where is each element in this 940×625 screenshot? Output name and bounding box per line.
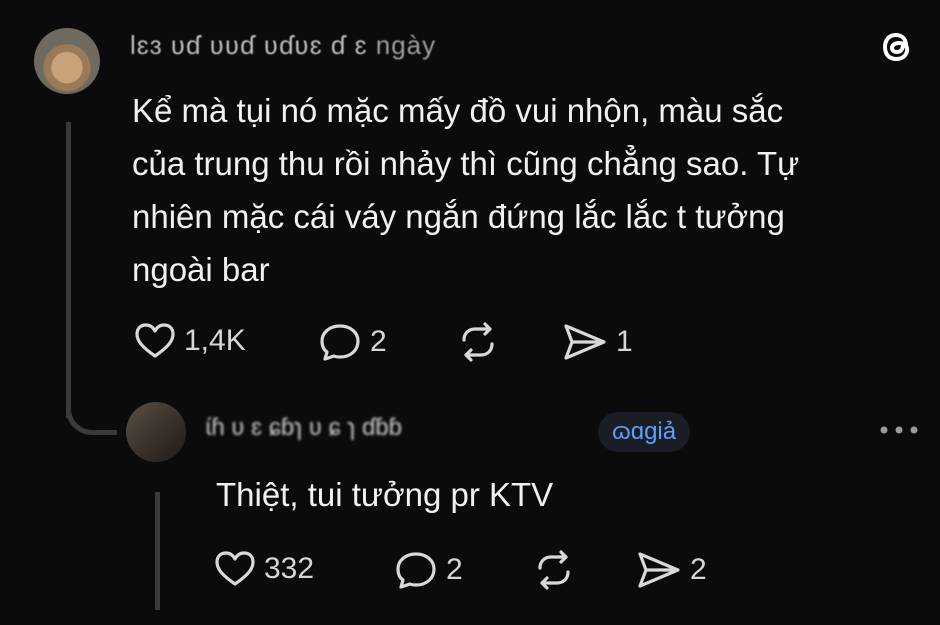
post-author-name-text[interactable]: lɛɜ ʋɗ ʋʋɗ ʋɗʋɛ ɗ ɛ <box>130 30 368 60</box>
reply-share-count: 2 <box>690 553 707 586</box>
repost-icon <box>462 322 494 362</box>
reply-share-button[interactable]: 2 <box>636 550 707 590</box>
post-author-avatar[interactable] <box>34 28 100 94</box>
reply-body-text: Thiệt, tui tưởng pr KTV <box>216 476 554 513</box>
reply-like-button[interactable]: 332 <box>214 550 314 588</box>
threads-logo-icon <box>882 32 910 62</box>
heart-icon <box>135 323 175 358</box>
post-share-button[interactable]: 1 <box>562 322 633 362</box>
reply-timestamp: ɷɑgiả <box>598 412 691 452</box>
more-dots-icon[interactable] <box>878 420 920 440</box>
reply-like-count: 332 <box>264 552 315 585</box>
speech-bubble-icon <box>396 552 436 589</box>
send-icon <box>638 552 680 588</box>
repost-icon <box>538 550 570 590</box>
send-icon <box>564 324 606 360</box>
reply-connector-line <box>155 492 160 610</box>
post-comment-count: 2 <box>370 325 387 358</box>
reply-comment-count: 2 <box>446 553 463 586</box>
reply-comment-button[interactable]: 2 <box>394 550 463 590</box>
heart-icon <box>215 551 255 586</box>
speech-bubble-icon <box>320 324 360 361</box>
post-body-text: Kể mà tụi nó mặc mấy đồ vui nhộn, màu sắ… <box>132 92 800 288</box>
post-like-button[interactable]: 1,4K <box>134 322 246 360</box>
threads-conversation: lɛɜ ʋɗ ʋʋɗ ʋɗʋɛ ɗ ɛ ngày Kể mà tụi nó mặ… <box>0 0 940 625</box>
post-like-count: 1,4K <box>184 324 246 357</box>
post-timestamp: ngày <box>375 30 437 60</box>
post-repost-button[interactable] <box>456 322 500 362</box>
reply-repost-button[interactable] <box>532 550 576 590</box>
thread-connector-line <box>66 122 71 418</box>
post-share-count: 1 <box>616 325 633 358</box>
post-comment-button[interactable]: 2 <box>318 322 387 362</box>
post-author-username[interactable]: lɛɜ ʋɗ ʋʋɗ ʋɗʋɛ ɗ ɛ ngày <box>130 30 436 61</box>
reply-author-avatar[interactable] <box>126 402 186 462</box>
thread-connector-curve <box>66 392 117 435</box>
reply-author-username[interactable]: ɩ́ɦ ʋ ɛ ɕɓɿ ʋ ɕ ɿ ɗɓɓ <box>206 414 402 442</box>
